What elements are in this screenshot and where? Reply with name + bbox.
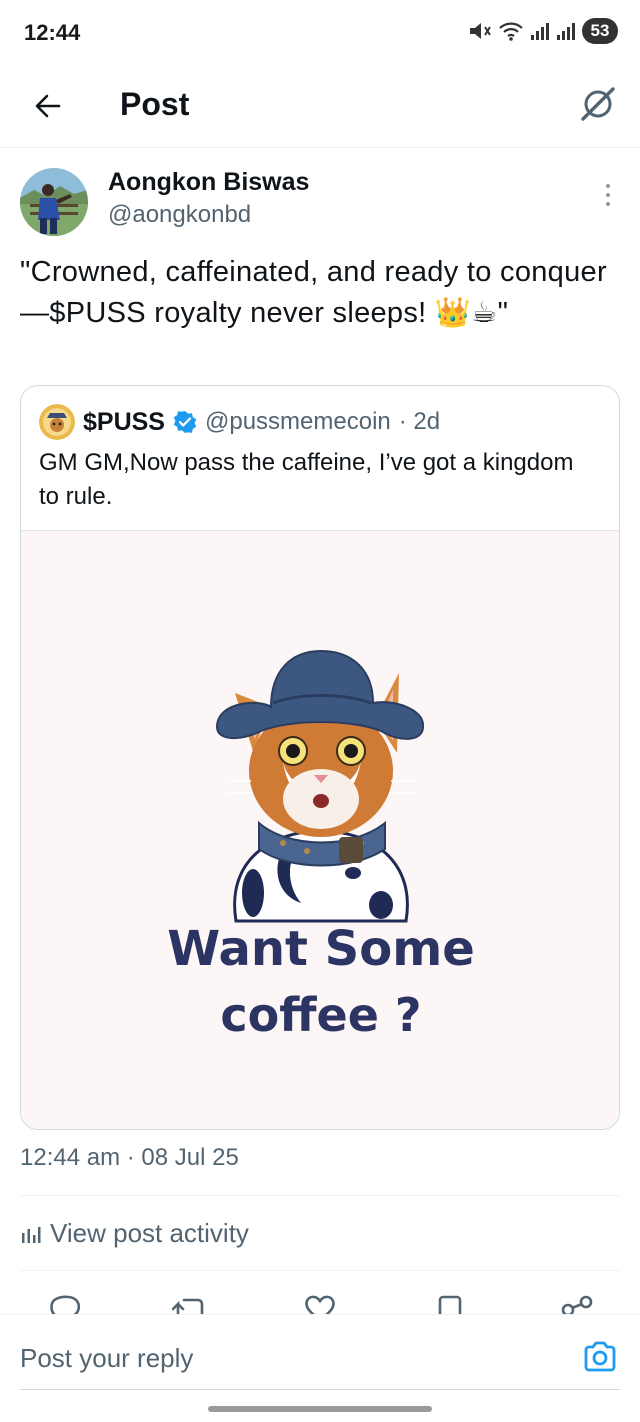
bookmark-icon[interactable] bbox=[436, 1294, 464, 1316]
mute-icon bbox=[470, 23, 491, 39]
page-title: Post bbox=[120, 86, 190, 122]
more-options-button[interactable] bbox=[598, 180, 618, 210]
author-handle[interactable]: @aongkonbd bbox=[108, 201, 251, 229]
battery-indicator: 53 bbox=[582, 18, 618, 44]
bar-chart-icon bbox=[22, 1226, 41, 1243]
post-actions-row bbox=[0, 1292, 640, 1316]
verified-badge-icon bbox=[173, 411, 197, 433]
quoted-post-card[interactable]: $PUSS @pussmemecoin · 2d GM GM,Now pass … bbox=[20, 385, 620, 1130]
share-icon[interactable] bbox=[560, 1294, 594, 1316]
quoted-post-header: $PUSS @pussmemecoin · 2d bbox=[39, 404, 440, 440]
reply-underline bbox=[20, 1389, 620, 1390]
reply-icon[interactable] bbox=[48, 1294, 82, 1316]
image-caption-line2: coffee ? bbox=[220, 988, 421, 1042]
signal-icon-2 bbox=[557, 23, 575, 40]
quoted-author-avatar bbox=[39, 404, 75, 440]
author-name[interactable]: Aongkon Biswas bbox=[108, 168, 309, 197]
view-post-activity-link[interactable]: View post activity bbox=[20, 1218, 249, 1249]
view-post-activity-label: View post activity bbox=[50, 1218, 249, 1248]
avatar-image bbox=[20, 168, 88, 236]
more-vertical-icon-dot bbox=[606, 193, 610, 197]
cat-coffee-illustration: Want Some coffee ? bbox=[167, 649, 475, 1042]
more-vertical-icon-dot bbox=[606, 184, 610, 188]
author-avatar[interactable] bbox=[20, 168, 88, 236]
divider bbox=[20, 1195, 620, 1196]
image-caption-line1: Want Some bbox=[167, 921, 475, 977]
post-text: "Crowned, caffeinated, and ready to conq… bbox=[20, 256, 607, 329]
home-indicator[interactable] bbox=[208, 1406, 432, 1412]
top-app-bar: Post bbox=[0, 66, 640, 148]
status-time: 12:44 bbox=[24, 20, 81, 45]
more-vertical-icon-dot bbox=[606, 202, 610, 206]
signal-icon bbox=[531, 23, 549, 40]
reply-input[interactable]: Post your reply bbox=[20, 1343, 193, 1374]
camera-icon[interactable] bbox=[582, 1339, 618, 1375]
heart-icon[interactable] bbox=[303, 1294, 337, 1316]
status-bar: 12:44 53 bbox=[0, 0, 640, 66]
reply-composer-bar: Post your reply bbox=[0, 1314, 640, 1394]
grok-icon bbox=[581, 87, 615, 121]
quoted-author-name: $PUSS bbox=[83, 407, 165, 436]
quoted-post-image[interactable]: Want Some coffee ? bbox=[21, 530, 619, 1129]
quoted-author-handle: @pussmemecoin bbox=[204, 408, 391, 435]
status-icons: 53 bbox=[468, 18, 618, 44]
quoted-post-age: · 2d bbox=[398, 408, 441, 435]
repost-icon[interactable] bbox=[172, 1294, 208, 1316]
wifi-icon bbox=[499, 22, 523, 41]
quoted-post-text: GM GM,Now pass the caffeine, I’ve got a … bbox=[39, 449, 574, 510]
grok-button[interactable] bbox=[576, 82, 620, 126]
arrow-left-icon bbox=[35, 94, 61, 118]
puss-logo-icon bbox=[39, 404, 75, 440]
divider bbox=[20, 1270, 620, 1271]
back-button[interactable] bbox=[26, 84, 70, 128]
post-timestamp: 12:44 am · 08 Jul 25 bbox=[20, 1144, 239, 1171]
